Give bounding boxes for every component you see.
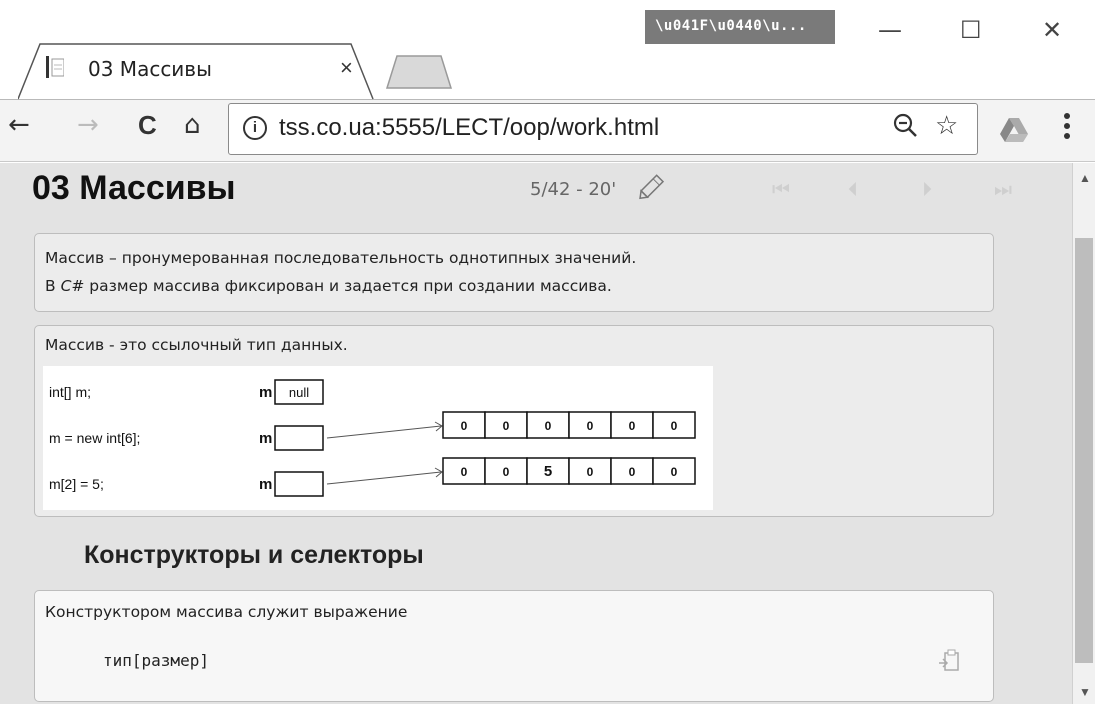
minimize-icon[interactable]: — [878, 16, 902, 44]
vertical-scrollbar[interactable]: ▲ ▼ [1072, 163, 1095, 704]
title-bar: 03 Массивы × \u041F\u0440\u... — ☐ ✕ [0, 0, 1095, 100]
diagram-variable: m [259, 430, 272, 447]
tab-close-icon[interactable]: × [340, 55, 353, 81]
definition-line-2: В C# размер массива фиксирован и задаетс… [45, 277, 612, 295]
home-icon[interactable]: ⌂ [184, 110, 201, 140]
diagram-reference-cell [274, 425, 324, 451]
next-page-icon[interactable]: ⏵ [922, 177, 932, 201]
diagram-code-line: m = new int[6]; [49, 430, 140, 446]
tab-title: 03 Массивы [88, 57, 212, 81]
scroll-up-icon[interactable]: ▲ [1079, 171, 1091, 185]
diagram-variable: m [259, 384, 272, 401]
array-diagram: int[] m; m null m = new int[6]; m 0 0 0 0 0 0 m[2] … [43, 366, 713, 510]
array-cell-value: 0 [671, 419, 678, 433]
scrollbar-thumb[interactable] [1075, 238, 1093, 663]
constructor-card: Конструктором массива служит выражение т… [34, 590, 994, 702]
page-title: 03 Массивы [32, 169, 236, 207]
menu-icon[interactable] [1063, 112, 1071, 140]
language-name: C# [60, 277, 85, 295]
section-heading: Конструкторы и селекторы [84, 541, 424, 569]
diagram-variable: m [259, 476, 272, 493]
diagram-code-line: m[2] = 5; [49, 476, 104, 492]
slide-counter: 5/42 - 20' [530, 179, 617, 200]
profile-badge[interactable]: \u041F\u0440\u... [645, 10, 835, 44]
diagram-reference-cell [274, 471, 324, 497]
array-cell-value: 0 [587, 465, 594, 479]
definition-line-1: Массив – пронумерованная последовательно… [45, 249, 637, 267]
array-cell-value: 0 [503, 419, 510, 433]
pencil-icon[interactable] [636, 173, 666, 208]
array-cell-value: 0 [587, 419, 594, 433]
constructor-code: тип[размер] [103, 651, 209, 670]
google-drive-icon[interactable] [1000, 118, 1028, 147]
diagram-code-line: int[] m; [49, 384, 91, 400]
constructor-text: Конструктором массива служит выражение [45, 603, 408, 621]
close-window-icon[interactable]: ✕ [1042, 16, 1062, 44]
array-cell-value: 0 [503, 465, 510, 479]
diagram-pointer-arrow [326, 471, 442, 485]
star-icon[interactable]: ☆ [935, 111, 958, 141]
address-bar[interactable]: i tss.co.ua:5555/LECT/oop/work.html ☆ [228, 103, 978, 155]
array-cell-value: 0 [461, 419, 468, 433]
array-diagram-svg: int[] m; m null m = new int[6]; m 0 0 0 0 0 0 m[2] … [49, 379, 696, 497]
definition-card: Массив – пронумерованная последовательно… [34, 233, 994, 312]
prev-page-icon[interactable]: ⏴ [848, 177, 858, 201]
back-icon[interactable]: ← [8, 110, 30, 140]
scroll-down-icon[interactable]: ▼ [1079, 685, 1091, 699]
info-icon[interactable]: i [243, 116, 267, 140]
array-cell-value: 0 [545, 419, 552, 433]
reload-icon[interactable]: C [138, 110, 157, 141]
array-cell-value: 0 [629, 419, 636, 433]
document-icon [46, 56, 65, 78]
array-cell-value: 0 [629, 465, 636, 479]
last-page-icon[interactable]: ⏭ [994, 177, 1012, 201]
first-page-icon[interactable]: ⏮ [772, 177, 790, 201]
diagram-reference-value: null [289, 385, 309, 400]
maximize-icon[interactable]: ☐ [960, 16, 982, 44]
array-cell-value: 5 [544, 463, 552, 480]
new-tab-button[interactable] [385, 54, 455, 90]
array-cell-value: 0 [461, 465, 468, 479]
clipboard-icon[interactable] [939, 649, 961, 677]
array-cell-value: 0 [671, 465, 678, 479]
reference-type-card: Массив - это ссылочный тип данных. int[]… [34, 325, 994, 517]
zoom-out-icon[interactable] [893, 113, 919, 145]
diagram-pointer-arrow [326, 425, 442, 439]
url-text[interactable]: tss.co.ua:5555/LECT/oop/work.html [279, 114, 659, 142]
forward-icon[interactable]: → [77, 110, 99, 140]
page-content: 03 Массивы 5/42 - 20' ⏮ ⏴ ⏵ ⏭ Массив – п… [0, 163, 1072, 704]
reference-type-intro: Массив - это ссылочный тип данных. [45, 336, 348, 354]
